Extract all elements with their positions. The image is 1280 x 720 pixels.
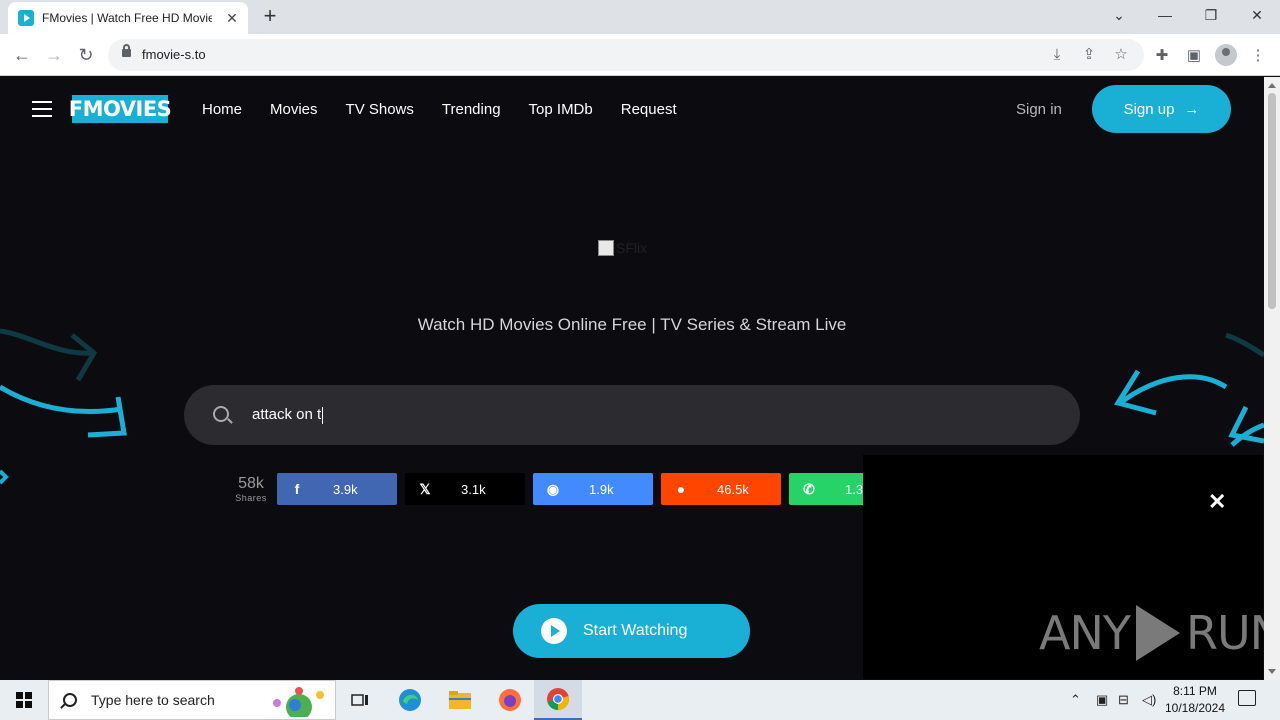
search-highlight-art-icon <box>273 687 324 717</box>
whatsapp-icon: ✆ <box>803 480 815 497</box>
start-button[interactable] <box>0 680 48 720</box>
close-icon[interactable]: ✕ <box>1208 489 1226 515</box>
share-count-number: 58k <box>238 475 264 492</box>
edge-browser-icon[interactable] <box>386 680 434 720</box>
scroll-up-icon[interactable] <box>1268 83 1276 88</box>
share-facebook-button[interactable]: f 3.9k <box>277 473 397 505</box>
messenger-icon: ◉ <box>546 480 560 497</box>
nav-home[interactable]: Home <box>202 101 242 118</box>
browser-tab-active[interactable]: FMovies | Watch Free HD Movies ✕ <box>8 2 248 34</box>
share-reddit-button[interactable]: ● 46.5k <box>661 473 781 505</box>
share-x-count: 3.1k <box>461 481 486 497</box>
search-icon[interactable] <box>213 406 229 422</box>
hero-logo-image: SFlix <box>598 237 647 259</box>
new-tab-button[interactable]: + <box>258 5 282 27</box>
network-icon[interactable]: ⊟ <box>1118 680 1129 720</box>
hero-image-alt: SFlix <box>616 240 648 256</box>
bookmark-star-icon[interactable]: ☆ <box>1112 46 1130 64</box>
overlay-ad-popup[interactable]: ✕ ANY RUN <box>863 455 1264 679</box>
nav-trending[interactable]: Trending <box>442 101 501 118</box>
hero-tagline: Watch HD Movies Online Free | TV Series … <box>417 315 847 334</box>
notification-center-icon[interactable] <box>1238 690 1256 706</box>
share-x-button[interactable]: 𝕏 3.1k <box>405 473 525 505</box>
profile-avatar-icon[interactable] <box>1215 44 1237 66</box>
share-messenger-count: 1.9k <box>589 481 614 497</box>
clock-time: 8:11 PM <box>1173 684 1217 698</box>
windows-taskbar: Type here to search ⌃ ▣ ⊟ ◁) 8:11 PM 10/… <box>0 680 1280 720</box>
web-page: FMOVIES Home Movies TV Shows Trending To… <box>0 77 1264 680</box>
firefox-icon[interactable] <box>486 680 534 720</box>
reddit-icon: ● <box>676 481 686 497</box>
chrome-icon[interactable] <box>534 680 582 720</box>
arrow-right-icon: → <box>1184 100 1200 118</box>
tray-chevron-icon[interactable]: ⌃ <box>1070 680 1081 720</box>
tab-search-button[interactable]: ⌄ <box>1096 0 1142 30</box>
decorative-arrows-right <box>1114 332 1264 447</box>
share-icon[interactable]: ⇪ <box>1080 46 1098 64</box>
text-caret <box>322 406 324 424</box>
decorative-arrows-left <box>0 328 127 438</box>
install-app-icon[interactable]: ⤓ <box>1048 46 1066 64</box>
task-view-icon[interactable] <box>336 680 384 720</box>
nav-tv-shows[interactable]: TV Shows <box>346 101 414 118</box>
page-scrollbar[interactable] <box>1264 77 1280 680</box>
nav-top-imdb[interactable]: Top IMDb <box>529 101 593 118</box>
scrollbar-thumb[interactable] <box>1268 93 1276 309</box>
play-icon <box>541 618 567 644</box>
lock-icon[interactable] <box>122 44 131 57</box>
sign-up-label: Sign up <box>1123 100 1175 118</box>
nav-request[interactable]: Request <box>621 101 677 118</box>
menu-kebab-icon[interactable]: ⋮ <box>1248 46 1268 66</box>
browser-tab-strip: FMovies | Watch Free HD Movies ✕ + ⌄ — ❐… <box>0 0 1280 34</box>
start-watching-button[interactable]: Start Watching <box>513 604 750 658</box>
restore-button[interactable]: ❐ <box>1188 0 1234 30</box>
tab-title: FMovies | Watch Free HD Movies <box>42 11 212 25</box>
volume-icon[interactable]: ◁) <box>1142 680 1156 720</box>
meet-now-icon[interactable]: ▣ <box>1096 680 1108 720</box>
share-facebook-count: 3.9k <box>333 481 358 497</box>
watermark-text-left: ANY <box>1039 606 1131 660</box>
nav-movies[interactable]: Movies <box>270 101 318 118</box>
hamburger-menu-icon[interactable] <box>32 101 52 117</box>
windows-logo-icon <box>16 692 32 708</box>
watermark-play-icon <box>1135 605 1180 661</box>
close-window-button[interactable]: ✕ <box>1234 0 1280 30</box>
search-input[interactable]: attack on t <box>184 385 1080 445</box>
reload-icon[interactable]: ↻ <box>74 44 98 66</box>
x-twitter-icon: 𝕏 <box>419 480 431 497</box>
start-watching-label: Start Watching <box>583 622 688 639</box>
anyrun-watermark: ANY RUN <box>1039 605 1264 661</box>
facebook-icon: f <box>294 481 300 497</box>
broken-image-icon <box>598 240 614 256</box>
taskbar-search-box[interactable]: Type here to search <box>48 680 336 720</box>
back-icon[interactable]: ← <box>10 44 34 66</box>
site-favicon-icon <box>18 10 34 26</box>
url-text[interactable]: fmovie-s.to <box>142 47 206 62</box>
extensions-icon[interactable]: ✚ <box>1152 46 1172 66</box>
watermark-text-right: RUN <box>1185 606 1264 660</box>
clock-date: 10/18/2024 <box>1164 701 1226 715</box>
share-messenger-button[interactable]: ◉ 1.9k <box>533 473 653 505</box>
share-reddit-count: 46.5k <box>717 481 749 497</box>
decorative-arrow-fragment <box>0 469 9 485</box>
search-icon <box>63 693 77 707</box>
share-count: 58k Shares <box>232 475 270 503</box>
taskbar-search-placeholder: Type here to search <box>91 692 215 708</box>
share-count-label: Shares <box>235 493 267 503</box>
fmovies-logo[interactable]: FMOVIES <box>69 95 172 123</box>
search-value[interactable]: attack on t <box>252 406 324 424</box>
minimize-button[interactable]: — <box>1142 0 1188 30</box>
address-bar[interactable]: fmovie-s.to ⤓ ⇪ ☆ <box>108 39 1144 71</box>
taskbar-clock[interactable]: 8:11 PM 10/18/2024 <box>1160 683 1230 717</box>
sign-up-button[interactable]: Sign up → <box>1092 85 1231 133</box>
side-panel-icon[interactable]: ▣ <box>1184 46 1204 66</box>
main-nav: Home Movies TV Shows Trending Top IMDb R… <box>202 101 705 118</box>
browser-toolbar: ← → ↻ fmovie-s.to ⤓ ⇪ ☆ ✚ ▣ ⋮ <box>0 34 1280 76</box>
sign-in-link[interactable]: Sign in <box>1016 101 1062 118</box>
forward-icon[interactable]: → <box>42 44 66 66</box>
scroll-down-icon[interactable] <box>1268 669 1276 674</box>
tab-close-button[interactable]: ✕ <box>224 10 240 27</box>
file-explorer-icon[interactable] <box>436 680 484 720</box>
